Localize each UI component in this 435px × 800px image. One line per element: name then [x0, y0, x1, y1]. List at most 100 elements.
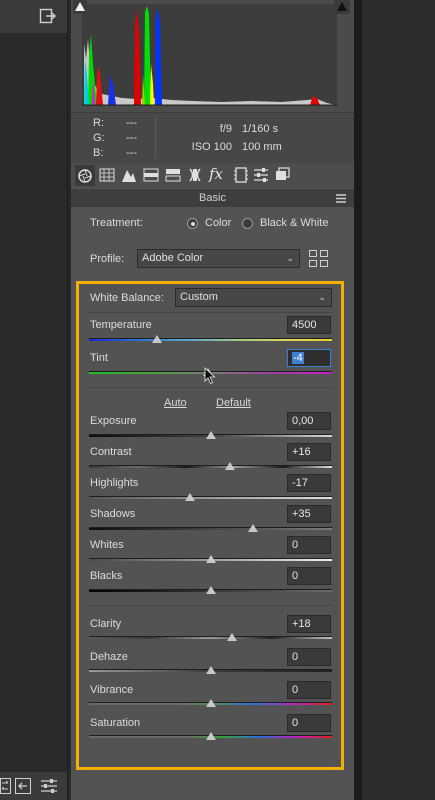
- bw-radio[interactable]: [242, 218, 253, 229]
- saturation-label: Saturation: [90, 717, 141, 729]
- r-value: ---: [126, 117, 137, 129]
- white-balance-value: Custom: [180, 291, 218, 303]
- right-background: [362, 0, 435, 800]
- tint-input[interactable]: -4: [287, 349, 331, 367]
- panel-menu-icon[interactable]: [336, 194, 346, 203]
- dehaze-input[interactable]: 0: [287, 648, 331, 666]
- b-value: ---: [126, 147, 137, 159]
- auto-link[interactable]: Auto: [164, 397, 187, 409]
- whites-thumb[interactable]: [205, 555, 216, 563]
- snapshots-tab-icon[interactable]: [275, 167, 291, 183]
- exposure-thumb[interactable]: [205, 431, 216, 439]
- profile-select[interactable]: Adobe Color ⌄: [137, 249, 300, 268]
- profile-label: Profile:: [90, 253, 125, 265]
- color-radio[interactable]: [187, 218, 198, 229]
- r-label: R:: [93, 117, 104, 129]
- shadows-track[interactable]: [89, 527, 332, 530]
- split-toning-tab-icon[interactable]: [165, 167, 181, 183]
- mouse-cursor-icon: [204, 367, 216, 385]
- temperature-track[interactable]: [89, 338, 332, 341]
- panel-divider: [354, 0, 362, 800]
- highlights-track[interactable]: [89, 496, 332, 499]
- b-label: B:: [93, 147, 104, 159]
- saturation-input[interactable]: 0: [287, 714, 331, 732]
- focal-length: 100 mm: [242, 141, 282, 153]
- exit-icon[interactable]: [39, 7, 57, 25]
- highlights-label: Highlights: [90, 477, 139, 489]
- exposure-input[interactable]: 0,00: [287, 412, 331, 430]
- shadows-input[interactable]: +35: [287, 505, 331, 523]
- temperature-thumb[interactable]: [152, 335, 163, 343]
- highlights-thumb[interactable]: [184, 493, 195, 501]
- iso: ISO 100: [191, 141, 232, 153]
- separator: [88, 605, 333, 606]
- info-area: [71, 112, 354, 163]
- exposure-label: Exposure: [90, 415, 137, 427]
- panel-tabs: fx: [71, 163, 354, 188]
- g-label: G:: [93, 132, 105, 144]
- back-icon[interactable]: [15, 778, 31, 794]
- left-strip: [0, 0, 68, 800]
- panel-title: Basic: [199, 192, 226, 204]
- g-value: ---: [126, 132, 137, 144]
- temperature-input[interactable]: 4500: [287, 316, 331, 334]
- white-balance-label: White Balance:: [90, 292, 164, 304]
- treatment-bw-option[interactable]: Black & White: [242, 217, 342, 231]
- shadows-thumb[interactable]: [248, 524, 259, 532]
- treatment-label: Treatment:: [90, 217, 143, 229]
- contrast-label: Contrast: [90, 446, 132, 458]
- left-top-bar: [0, 0, 67, 33]
- basic-tab-icon: [78, 169, 92, 183]
- fx-tab-icon[interactable]: fx: [209, 165, 223, 183]
- camera-calibration-tab-icon[interactable]: [233, 167, 249, 183]
- default-link[interactable]: Default: [216, 397, 251, 409]
- tint-label: Tint: [90, 352, 108, 364]
- temperature-label: Temperature: [90, 319, 152, 331]
- separator: [88, 312, 333, 313]
- aperture: f/9: [219, 123, 232, 135]
- contrast-input[interactable]: +16: [287, 443, 331, 461]
- clarity-track[interactable]: [89, 636, 332, 639]
- info-divider: [155, 116, 156, 158]
- chevron-down-icon: ⌄: [318, 292, 326, 302]
- swap-icon[interactable]: [0, 778, 11, 794]
- contrast-track[interactable]: [89, 465, 332, 468]
- shadow-clipping-warning-icon[interactable]: [73, 0, 87, 14]
- detail-tab-icon[interactable]: [121, 167, 137, 183]
- shutter-speed: 1/160 s: [242, 123, 279, 135]
- shadows-label: Shadows: [90, 508, 136, 520]
- dehaze-label: Dehaze: [90, 651, 128, 663]
- vibrance-input[interactable]: 0: [287, 681, 331, 699]
- profile-browser-icon[interactable]: [309, 250, 328, 267]
- vibrance-label: Vibrance: [90, 684, 134, 696]
- clarity-input[interactable]: +18: [287, 615, 331, 633]
- color-option-label: Color: [205, 217, 232, 229]
- tone-curve-tab-icon[interactable]: [99, 167, 115, 183]
- vibrance-thumb[interactable]: [205, 699, 216, 707]
- highlights-input[interactable]: -17: [287, 474, 331, 492]
- lens-tab-icon[interactable]: [187, 167, 203, 183]
- chevron-down-icon: ⌄: [286, 253, 294, 263]
- whites-label: Whites: [90, 539, 124, 551]
- blacks-input[interactable]: 0: [287, 567, 331, 585]
- blacks-thumb[interactable]: [205, 586, 216, 594]
- bw-option-label: Black & White: [260, 217, 329, 229]
- left-bottom-bar: [0, 772, 67, 800]
- tint-value: -4: [292, 352, 304, 364]
- separator: [88, 387, 333, 388]
- presets-tab-icon[interactable]: [253, 167, 269, 183]
- panel-header: Basic: [71, 189, 354, 207]
- tab-basic[interactable]: [75, 165, 95, 186]
- whites-input[interactable]: 0: [287, 536, 331, 554]
- adjustments-icon[interactable]: [40, 778, 58, 794]
- clarity-label: Clarity: [90, 618, 122, 630]
- white-balance-select[interactable]: Custom ⌄: [175, 288, 332, 307]
- histogram: [82, 4, 337, 106]
- treatment-color-option[interactable]: Color: [187, 217, 247, 231]
- saturation-thumb[interactable]: [205, 732, 216, 740]
- hsl-tab-icon[interactable]: [143, 167, 159, 183]
- dehaze-thumb[interactable]: [205, 666, 216, 674]
- highlight-clipping-warning-icon[interactable]: [334, 0, 350, 14]
- contrast-thumb[interactable]: [224, 462, 235, 470]
- clarity-thumb[interactable]: [227, 633, 238, 641]
